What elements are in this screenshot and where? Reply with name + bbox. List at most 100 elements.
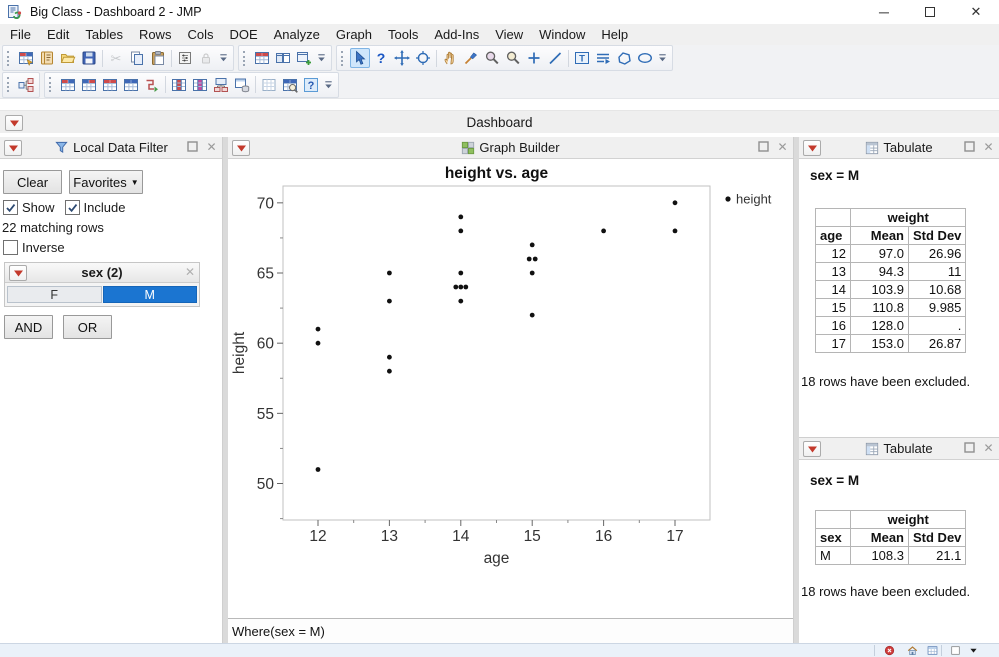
toolbar-grip-handle[interactable] — [243, 50, 248, 66]
crosshair-tool-icon[interactable] — [392, 48, 412, 68]
data-point[interactable] — [458, 228, 464, 234]
menu-item-add-ins[interactable]: Add-Ins — [426, 24, 487, 45]
data-point[interactable] — [529, 270, 535, 276]
data-point[interactable] — [387, 298, 392, 304]
selection-tool-icon[interactable] — [413, 48, 433, 68]
show-checkbox[interactable] — [3, 200, 18, 215]
menu-item-graph[interactable]: Graph — [328, 24, 380, 45]
minimize-button[interactable]: ─ — [861, 0, 907, 24]
menu-item-rows[interactable]: Rows — [131, 24, 180, 45]
home-icon[interactable] — [905, 644, 919, 657]
data-point[interactable] — [315, 326, 321, 332]
data-point[interactable] — [458, 214, 464, 220]
filter-value-m[interactable]: M — [102, 286, 197, 303]
scatter-plot[interactable]: height vs. age 12 13 14 15 16 17 50 55 60 65 70 age h… — [228, 159, 793, 617]
flow-arrow-icon[interactable] — [593, 48, 613, 68]
data-point[interactable] — [532, 256, 538, 262]
data-point[interactable] — [387, 368, 392, 374]
data-point[interactable] — [458, 270, 464, 276]
cut-icon[interactable]: ✂ — [106, 48, 126, 68]
toolbar-grip-handle[interactable] — [49, 77, 54, 92]
data-point[interactable] — [315, 340, 321, 346]
new-journal-page-icon[interactable] — [252, 48, 272, 68]
data-point[interactable] — [601, 228, 606, 234]
maximize-panel-icon[interactable] — [756, 139, 771, 154]
close-panel-icon[interactable]: ✕ — [981, 139, 996, 154]
update-table-icon[interactable] — [121, 75, 141, 95]
data-point[interactable] — [458, 284, 464, 290]
menu-item-tables[interactable]: Tables — [77, 24, 131, 45]
join-tables-icon[interactable] — [100, 75, 120, 95]
help-window-icon[interactable]: ? — [301, 75, 321, 95]
legend[interactable]: height — [725, 192, 772, 207]
toolbar-grip-handle[interactable] — [7, 50, 12, 66]
filter-value-f[interactable]: F — [7, 286, 102, 303]
lock-icon[interactable] — [196, 48, 216, 68]
table-search-icon[interactable] — [280, 75, 300, 95]
line-annotation-icon[interactable] — [545, 48, 565, 68]
maximize-panel-icon[interactable] — [185, 139, 200, 154]
red-triangle-menu-sex[interactable] — [9, 265, 27, 281]
menu-item-tools[interactable]: Tools — [380, 24, 426, 45]
menu-item-file[interactable]: File — [2, 24, 39, 45]
maximize-button[interactable] — [907, 0, 953, 24]
paste-icon[interactable] — [148, 48, 168, 68]
annotate-plus-icon[interactable] — [524, 48, 544, 68]
query-builder-icon[interactable] — [232, 75, 252, 95]
transpose-table-icon[interactable] — [142, 75, 162, 95]
show-label[interactable]: Show — [22, 200, 55, 215]
menu-item-window[interactable]: Window — [531, 24, 593, 45]
error-status-icon[interactable] — [882, 644, 896, 657]
data-point[interactable] — [458, 298, 464, 304]
data-point[interactable] — [529, 242, 535, 248]
close-panel-icon[interactable]: ✕ — [981, 440, 996, 455]
grid-icon[interactable] — [259, 75, 279, 95]
toolbar-overflow-icon[interactable] — [322, 75, 335, 95]
stack-tables-icon[interactable] — [58, 75, 78, 95]
data-point[interactable] — [526, 256, 532, 262]
data-table-properties-icon[interactable] — [175, 48, 195, 68]
lasso-tool-icon[interactable] — [482, 48, 502, 68]
data-point[interactable] — [672, 228, 678, 234]
help-tool-icon[interactable]: ? — [371, 48, 391, 68]
layout-windows-icon[interactable] — [273, 48, 293, 68]
new-data-table-icon[interactable] — [16, 48, 36, 68]
clear-button[interactable]: Clear — [3, 170, 62, 194]
menu-item-cols[interactable]: Cols — [179, 24, 221, 45]
data-point[interactable] — [529, 312, 535, 318]
data-point[interactable] — [387, 270, 392, 276]
favorites-button[interactable]: Favorites ▼ — [69, 170, 143, 194]
arrow-tool-icon[interactable] — [350, 48, 370, 68]
brush-tool-icon[interactable] — [461, 48, 481, 68]
data-point[interactable] — [387, 354, 392, 360]
data-point[interactable] — [672, 200, 678, 206]
menu-item-view[interactable]: View — [487, 24, 531, 45]
concatenate-tables-icon[interactable] — [169, 75, 189, 95]
oval-tool-icon[interactable] — [635, 48, 655, 68]
data-point[interactable] — [463, 284, 469, 290]
remove-filter-icon[interactable]: ✕ — [185, 265, 195, 279]
grabber-tool-icon[interactable] — [440, 48, 460, 68]
include-checkbox[interactable] — [64, 200, 80, 215]
menu-item-help[interactable]: Help — [593, 24, 636, 45]
toolbar-overflow-icon[interactable] — [217, 48, 230, 68]
inverse-label[interactable]: Inverse — [22, 240, 65, 255]
inverse-checkbox[interactable] — [3, 240, 18, 255]
merge-tables-icon[interactable] — [190, 75, 210, 95]
close-panel-icon[interactable]: ✕ — [204, 139, 219, 154]
polygon-tool-icon[interactable] — [614, 48, 634, 68]
open-icon[interactable] — [58, 48, 78, 68]
add-to-journal-icon[interactable] — [294, 48, 314, 68]
and-button[interactable]: AND — [4, 315, 53, 339]
menu-item-edit[interactable]: Edit — [39, 24, 77, 45]
menu-item-analyze[interactable]: Analyze — [266, 24, 328, 45]
status-checkbox-icon[interactable] — [948, 644, 962, 657]
text-annotation-icon[interactable]: T — [572, 48, 592, 68]
table-tree-icon[interactable] — [16, 75, 36, 95]
magnifier-tool-icon[interactable] — [503, 48, 523, 68]
maximize-panel-icon[interactable] — [962, 139, 977, 154]
data-point[interactable] — [315, 467, 321, 472]
close-button[interactable]: ✕ — [953, 0, 999, 24]
window-list-icon[interactable] — [925, 644, 939, 657]
split-tables-icon[interactable] — [79, 75, 99, 95]
